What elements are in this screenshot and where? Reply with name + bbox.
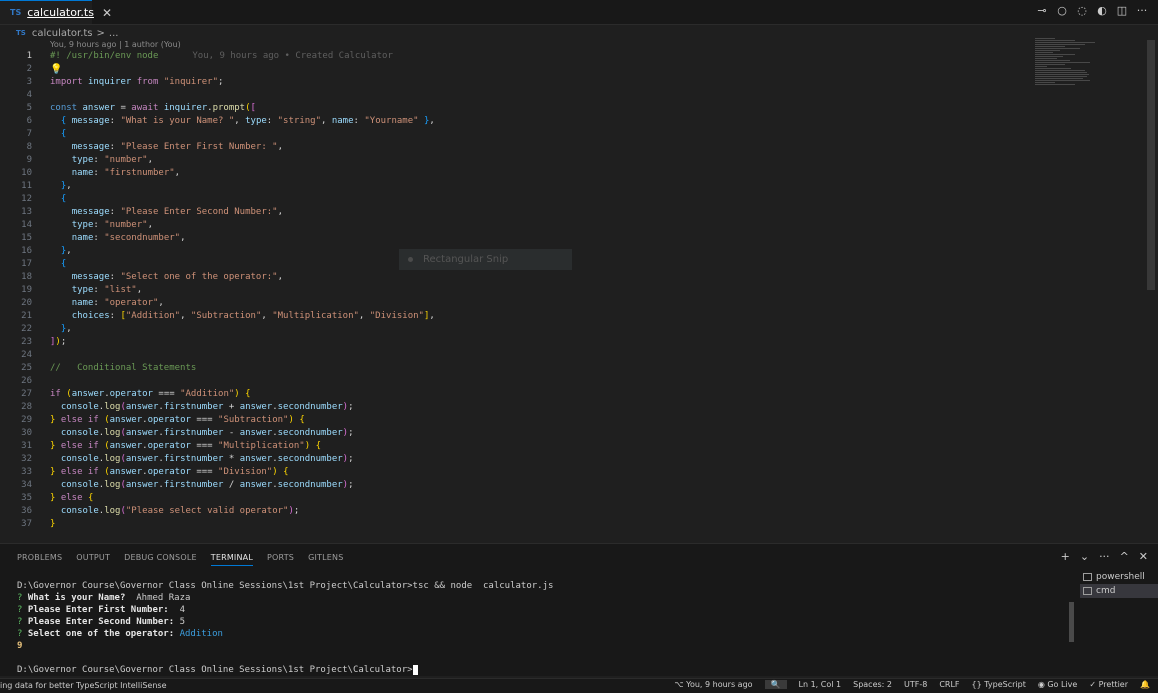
typescript-file-icon: TS [10, 8, 22, 17]
zoom-icon[interactable]: 🔍 [764, 680, 787, 689]
status-message: ing data for better TypeScript IntelliSe… [0, 681, 167, 690]
panel-tabs: PROBLEMS OUTPUT DEBUG CONSOLE TERMINAL P… [17, 553, 344, 566]
editor-tab-bar: TS calculator.ts ✕ ⊸ ○ ◌ ◐ ◫ ··· [0, 0, 1158, 25]
status-indentation[interactable]: Spaces: 2 [853, 680, 892, 689]
tab-problems[interactable]: PROBLEMS [17, 553, 62, 566]
braces-icon: {} [971, 680, 985, 689]
status-encoding[interactable]: UTF-8 [904, 680, 927, 689]
editor-scrollbar[interactable] [1147, 40, 1155, 290]
status-go-live[interactable]: ◉ Go Live [1038, 680, 1078, 689]
status-language[interactable]: {} TypeScript [972, 680, 1026, 689]
terminal-cursor [412, 664, 418, 675]
terminal-item-powershell[interactable]: powershell [1080, 570, 1158, 584]
terminal-line: ? What is your Name? Ahmed Raza [17, 593, 191, 603]
git-next-icon[interactable]: ◌ [1076, 4, 1088, 17]
breadcrumb: TS calculator.ts > ... [16, 26, 118, 40]
git-previous-icon[interactable]: ○ [1056, 4, 1068, 17]
tab-terminal[interactable]: TERMINAL [210, 553, 254, 566]
terminal-icon [1083, 573, 1092, 581]
terminal-line: ? Select one of the operator: Addition [17, 629, 223, 639]
git-commit-icon: ⌥ [674, 680, 687, 689]
snip-label: Rectangular Snip [423, 254, 509, 265]
new-terminal-icon[interactable]: + [1061, 550, 1070, 563]
inline-blame: You, 9 hours ago • Created Calculator [192, 51, 393, 61]
status-eol[interactable]: CRLF [939, 680, 959, 689]
code-editor[interactable]: You, 9 hours ago | 1 author (You) 1 #! /u… [0, 40, 1158, 540]
terminal-line: 9 [17, 641, 23, 651]
breadcrumb-file[interactable]: calculator.ts [32, 28, 93, 39]
terminal-line: ? Please Enter Second Number: 5 [17, 617, 185, 627]
tab-debug-console[interactable]: DEBUG CONSOLE [124, 553, 197, 566]
tab-gitlens[interactable]: GITLENS [308, 553, 343, 566]
typescript-file-icon: TS [16, 29, 26, 37]
tab-label: calculator.ts [27, 6, 94, 19]
split-editor-icon[interactable]: ◫ [1116, 4, 1128, 17]
terminal-output[interactable]: D:\Governor Course\Governor Class Online… [17, 580, 553, 676]
status-position[interactable]: Ln 1, Col 1 [799, 680, 842, 689]
snip-icon [408, 257, 413, 262]
status-prettier[interactable]: ✓ Prettier [1089, 680, 1128, 689]
bottom-panel: PROBLEMS OUTPUT DEBUG CONSOLE TERMINAL P… [0, 543, 1158, 676]
terminal-item-cmd[interactable]: cmd [1080, 584, 1158, 598]
notifications-bell-icon[interactable]: 🔔 [1140, 680, 1150, 689]
more-actions-icon[interactable]: ··· [1136, 4, 1148, 17]
breadcrumb-more[interactable]: ... [109, 28, 119, 39]
minimap[interactable] [1035, 38, 1145, 118]
chevron-right-icon: > [96, 27, 105, 39]
status-bar: ing data for better TypeScript IntelliSe… [0, 678, 1158, 693]
check-double-icon: ✓ [1089, 680, 1099, 689]
editor-actions: ⊸ ○ ◌ ◐ ◫ ··· [1036, 4, 1148, 17]
close-icon[interactable]: ✕ [102, 6, 112, 20]
terminal-line: ? Please Enter First Number: 4 [17, 605, 185, 615]
lightbulb-icon[interactable]: 💡 [50, 64, 62, 75]
open-changes-icon[interactable]: ◐ [1096, 4, 1108, 17]
terminal-line: D:\Governor Course\Governor Class Online… [17, 581, 554, 591]
tab-output[interactable]: OUTPUT [76, 553, 110, 566]
maximize-panel-icon[interactable]: ^ [1120, 550, 1129, 563]
more-icon[interactable]: ··· [1099, 550, 1110, 563]
terminal-prompt: D:\Governor Course\Governor Class Online… [17, 664, 553, 676]
tab-calculator-ts[interactable]: TS calculator.ts ✕ [0, 0, 112, 24]
close-panel-icon[interactable]: ✕ [1139, 550, 1148, 563]
terminal-list: powershell cmd [1080, 570, 1158, 598]
git-compare-icon[interactable]: ⊸ [1036, 4, 1048, 17]
blame-header[interactable]: You, 9 hours ago | 1 author (You) [50, 40, 181, 49]
status-blame[interactable]: ⌥ You, 9 hours ago [674, 680, 752, 689]
terminal-scrollbar[interactable] [1069, 602, 1074, 642]
panel-actions: + ⌄ ··· ^ ✕ [1061, 550, 1148, 563]
terminal-icon [1083, 587, 1092, 595]
rectangular-snip-overlay[interactable]: Rectangular Snip [399, 249, 572, 270]
tab-ports[interactable]: PORTS [267, 553, 294, 566]
chevron-down-icon[interactable]: ⌄ [1080, 550, 1089, 563]
broadcast-icon: ◉ [1037, 680, 1048, 689]
